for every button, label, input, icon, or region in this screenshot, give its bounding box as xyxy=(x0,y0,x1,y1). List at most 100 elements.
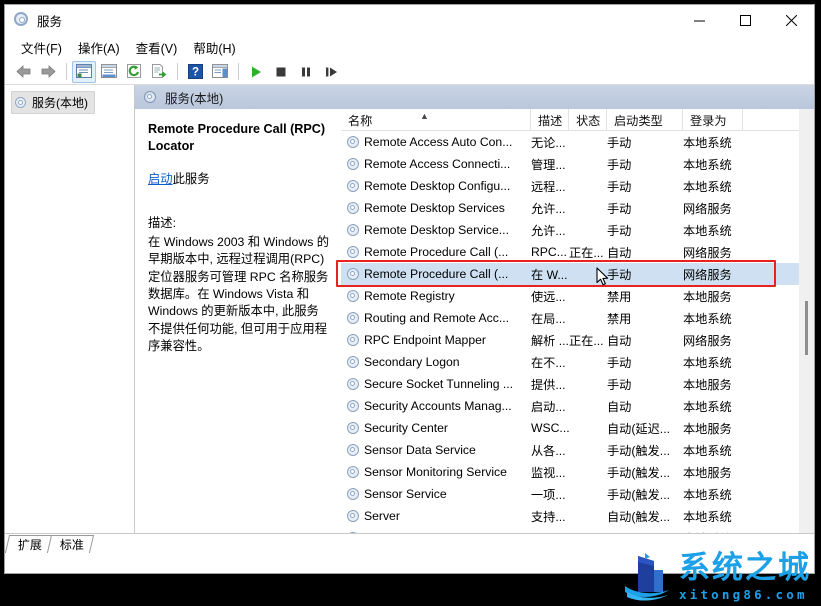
cell-startup-type: 手动 xyxy=(607,136,632,150)
toolbar-separator xyxy=(66,63,67,80)
service-gear-icon xyxy=(347,444,359,456)
table-row[interactable]: Secondary Logon 在不... 手动 本地系统 xyxy=(341,351,814,373)
service-gear-icon xyxy=(347,312,359,324)
table-row[interactable]: Server 支持... 自动(触发... 本地系统 xyxy=(341,505,814,527)
properties-button[interactable] xyxy=(97,61,121,83)
list-column-headers: 名称 ▲ 描述 状态 启动类型 登录为 xyxy=(341,109,814,131)
services-list-rows: Remote Access Auto Con... 无论... 手动 本地系统 Remo… xyxy=(341,131,814,533)
cell-log-on-as: 网络服务 xyxy=(683,268,732,282)
minimize-button[interactable] xyxy=(676,5,722,35)
cell-log-on-as: 网络服务 xyxy=(683,246,732,260)
cell-description: 无论... xyxy=(531,136,566,150)
cell-name: RPC Endpoint Mapper xyxy=(341,333,531,347)
toolbar-separator-2 xyxy=(177,63,178,80)
pause-service-button[interactable] xyxy=(294,61,318,83)
refresh-button[interactable] xyxy=(122,61,146,83)
column-header-name-label: 名称 xyxy=(348,113,373,128)
cell-description: WSC... xyxy=(531,421,569,435)
table-row[interactable]: Remote Access Auto Con... 无论... 手动 本地系统 xyxy=(341,131,814,153)
cell-description: 从各... xyxy=(531,444,566,458)
description-body: 在 Windows 2003 和 Windows 的早期版本中, 远程过程调用(… xyxy=(148,234,330,354)
table-row[interactable]: Remote Desktop Services 允许... 手动 网络服务 xyxy=(341,197,814,219)
table-row[interactable]: Sensor Data Service 从各... 手动(触发... 本地系统 xyxy=(341,439,814,461)
menu-bar: 文件(F) 操作(A) 查看(V) 帮助(H) xyxy=(5,35,814,59)
help-button[interactable]: ? xyxy=(183,61,207,83)
table-row[interactable]: RPC Endpoint Mapper 解析 ... 正在... 自动 网络服务 xyxy=(341,329,814,351)
table-row[interactable]: Remote Procedure Call (... 在 W... 手动 网络服务 xyxy=(341,263,814,285)
show-hide-tree-button[interactable] xyxy=(72,60,96,83)
back-button[interactable] xyxy=(11,61,35,83)
start-service-link[interactable]: 启动 xyxy=(148,172,173,186)
stop-service-button[interactable] xyxy=(269,61,293,83)
sidebar-item-label: 服务(本地) xyxy=(32,96,88,110)
cell-startup-type: 自动 xyxy=(607,334,632,348)
table-row[interactable]: Remote Desktop Service... 允许... 手动 本地系统 xyxy=(341,219,814,241)
cell-name: Sensor Service xyxy=(341,487,531,501)
show-hide-action-pane-button[interactable] xyxy=(208,61,232,83)
cell-startup-type: 手动(触发... xyxy=(607,488,670,502)
menu-help[interactable]: 帮助(H) xyxy=(185,36,243,59)
table-row[interactable]: Sensor Monitoring Service 监视... 手动(触发... 本地… xyxy=(341,461,814,483)
table-row[interactable]: Shared PC Account Mana... Man... 禁用本地系统 xyxy=(341,527,814,533)
vertical-scrollbar[interactable] xyxy=(799,109,814,533)
column-header-description[interactable]: 描述 xyxy=(531,109,569,130)
cell-startup-type: 手动 xyxy=(607,268,632,282)
cell-startup-type: 自动(触发... xyxy=(607,510,670,524)
restart-service-button[interactable] xyxy=(319,61,343,83)
table-row[interactable]: Security Accounts Manag... 启动... 自动 本地系统 xyxy=(341,395,814,417)
watermark: 系统之城 xitong86.com xyxy=(621,552,811,602)
start-service-button[interactable] xyxy=(244,61,268,83)
service-gear-icon xyxy=(347,466,359,478)
watermark-logo-icon xyxy=(625,553,669,601)
service-gear-icon xyxy=(347,422,359,434)
column-header-name[interactable]: 名称 ▲ xyxy=(341,109,531,130)
close-button[interactable] xyxy=(768,5,814,35)
cell-name: Sensor Monitoring Service xyxy=(341,465,531,479)
column-header-startup-type[interactable]: 启动类型 xyxy=(607,109,683,130)
table-row[interactable]: Sensor Service 一项... 手动(触发... 本地系统 xyxy=(341,483,814,505)
cell-name: Server xyxy=(341,509,531,523)
tab-standard[interactable]: 标准 xyxy=(46,535,95,553)
cell-log-on-as: 本地系统 xyxy=(683,224,732,238)
service-gear-icon xyxy=(347,158,359,170)
maximize-button[interactable] xyxy=(722,5,768,35)
table-row[interactable]: Remote Desktop Configu... 远程... 手动 本地系统 xyxy=(341,175,814,197)
menu-file[interactable]: 文件(F) xyxy=(13,36,70,59)
service-action-suffix: 此服务 xyxy=(172,172,210,186)
sidebar-item-services-local[interactable]: 服务(本地) xyxy=(11,91,95,114)
service-name-label: Sensor Data Service xyxy=(364,443,476,457)
service-name-label: Security Accounts Manag... xyxy=(364,399,512,413)
column-header-status[interactable]: 状态 xyxy=(569,109,607,130)
cell-startup-type: 手动 xyxy=(607,180,632,194)
tab-extended[interactable]: 扩展 xyxy=(4,535,53,553)
cell-startup-type: 禁用 xyxy=(607,529,683,533)
menu-view[interactable]: 查看(V) xyxy=(128,36,186,59)
cell-description: 在 W... xyxy=(531,268,568,282)
selected-service-title: Remote Procedure Call (RPC) Locator xyxy=(148,122,326,153)
description-label: 描述: xyxy=(148,215,177,230)
forward-button[interactable] xyxy=(36,61,60,83)
services-gear-icon xyxy=(14,12,30,28)
export-list-button[interactable] xyxy=(147,61,171,83)
cell-description: 使远... xyxy=(531,290,566,304)
cell-log-on-as: 本地系统 xyxy=(683,356,732,370)
table-row[interactable]: Secure Socket Tunneling ... 提供... 手动 本地服务 xyxy=(341,373,814,395)
service-name-label: Remote Desktop Configu... xyxy=(364,179,511,193)
scrollbar-thumb[interactable] xyxy=(805,301,808,355)
table-row[interactable]: Remote Access Connecti... 管理... 手动 本地系统 xyxy=(341,153,814,175)
cell-description: 远程... xyxy=(531,180,566,194)
service-name-label: Remote Access Auto Con... xyxy=(364,135,513,149)
cell-name: Shared PC Account Mana... xyxy=(341,531,531,533)
menu-action[interactable]: 操作(A) xyxy=(70,36,128,59)
title-bar: 服务 xyxy=(5,5,814,35)
cell-name: Remote Access Connecti... xyxy=(341,157,531,171)
table-row[interactable]: Security Center WSC... 自动(延迟... 本地服务 xyxy=(341,417,814,439)
sort-ascending-icon: ▲ xyxy=(420,111,429,121)
cell-name: Security Accounts Manag... xyxy=(341,399,531,413)
cell-description: 管理... xyxy=(531,158,566,172)
table-row[interactable]: Remote Procedure Call (... RPC... 正在... 自动 网… xyxy=(341,241,814,263)
cell-description: 允许... xyxy=(531,202,566,216)
table-row[interactable]: Routing and Remote Acc... 在局... 禁用 本地系统 xyxy=(341,307,814,329)
column-header-log-on-as[interactable]: 登录为 xyxy=(683,109,743,130)
table-row[interactable]: Remote Registry 使远... 禁用 本地服务 xyxy=(341,285,814,307)
